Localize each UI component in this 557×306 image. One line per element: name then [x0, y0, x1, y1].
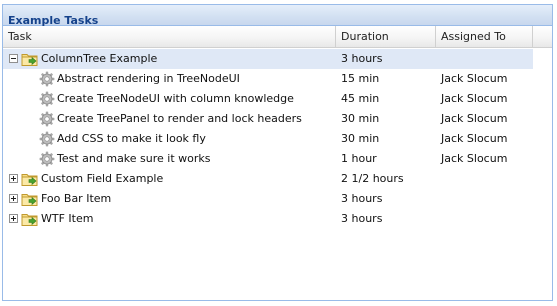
task-cell: Test and make sure it works — [3, 149, 336, 169]
assigned-to-cell: Jack Slocum — [441, 112, 508, 125]
task-cell: Create TreeNodeUI with column knowledge — [3, 89, 336, 109]
assigned-to-cell: Jack Slocum — [441, 152, 508, 165]
duration-cell: 30 min — [341, 132, 380, 145]
folder-icon — [21, 211, 39, 227]
gear-icon — [39, 111, 55, 127]
collapse-toggle-icon[interactable] — [9, 54, 18, 63]
folder-icon — [21, 51, 39, 67]
task-label: ColumnTree Example — [41, 52, 158, 65]
gear-icon — [39, 151, 55, 167]
tree-folder-row[interactable]: Foo Bar Item 3 hours — [3, 189, 533, 209]
assigned-to-cell — [441, 189, 533, 209]
task-label: Add CSS to make it look fly — [57, 132, 206, 145]
task-cell: Custom Field Example — [3, 169, 336, 189]
assigned-to-cell: Jack Slocum — [441, 72, 508, 85]
gear-icon — [39, 131, 55, 147]
duration-cell: 3 hours — [341, 212, 383, 225]
task-cell: Add CSS to make it look fly — [3, 129, 336, 149]
column-headers: Task Duration Assigned To — [3, 26, 552, 48]
tree-folder-row[interactable]: WTF Item 3 hours — [3, 209, 533, 229]
assigned-to-cell — [441, 49, 533, 69]
task-label: Custom Field Example — [41, 172, 164, 185]
column-header-task[interactable]: Task — [3, 26, 336, 47]
assigned-to-cell — [441, 209, 533, 229]
tree-task-row[interactable]: Create TreePanel to render and lock head… — [3, 109, 533, 129]
tree-task-row[interactable]: Abstract rendering in TreeNodeUI 15 min Ja… — [3, 69, 533, 89]
task-cell: Foo Bar Item — [3, 189, 336, 209]
expand-toggle-icon[interactable] — [9, 214, 18, 223]
duration-cell: 1 hour — [341, 152, 377, 165]
duration-cell: 3 hours — [341, 52, 383, 65]
duration-cell: 3 hours — [341, 192, 383, 205]
duration-cell: 2 1/2 hours — [341, 172, 404, 185]
assigned-to-cell: Jack Slocum — [441, 92, 508, 105]
tree-task-row[interactable]: Create TreeNodeUI with column knowledge 4… — [3, 89, 533, 109]
assigned-to-cell — [441, 169, 533, 189]
task-cell: Create TreePanel to render and lock head… — [3, 109, 336, 129]
task-label: Abstract rendering in TreeNodeUI — [57, 72, 240, 85]
gear-icon — [39, 71, 55, 87]
expand-toggle-icon[interactable] — [9, 194, 18, 203]
task-label: Foo Bar Item — [41, 192, 112, 205]
duration-cell: 30 min — [341, 112, 380, 125]
task-cell: Abstract rendering in TreeNodeUI — [3, 69, 336, 89]
task-cell: WTF Item — [3, 209, 336, 229]
folder-icon — [21, 191, 39, 207]
duration-cell: 15 min — [341, 72, 380, 85]
task-label: Test and make sure it works — [57, 152, 211, 165]
tree-task-row[interactable]: Add CSS to make it look fly 30 min Jack Sl… — [3, 129, 533, 149]
tree-task-row[interactable]: Test and make sure it works 1 hour Jack Sl… — [3, 149, 533, 169]
tree-folder-row[interactable]: ColumnTree Example 3 hours — [3, 49, 533, 69]
expand-toggle-icon[interactable] — [9, 174, 18, 183]
duration-cell: 45 min — [341, 92, 380, 105]
example-tasks-panel: Example Tasks Task Duration Assigned To … — [2, 4, 553, 301]
tree-folder-row[interactable]: Custom Field Example 2 1/2 hours — [3, 169, 533, 189]
column-header-assigned-to[interactable]: Assigned To — [436, 26, 533, 47]
panel-header: Example Tasks — [3, 5, 552, 27]
gear-icon — [39, 91, 55, 107]
task-cell: ColumnTree Example — [3, 49, 336, 69]
assigned-to-cell: Jack Slocum — [441, 132, 508, 145]
task-label: Create TreeNodeUI with column knowledge — [57, 92, 294, 105]
task-label: WTF Item — [41, 212, 94, 225]
folder-icon — [21, 171, 39, 187]
task-label: Create TreePanel to render and lock head… — [57, 112, 302, 125]
column-header-filler — [533, 26, 552, 47]
column-header-duration[interactable]: Duration — [336, 26, 436, 47]
